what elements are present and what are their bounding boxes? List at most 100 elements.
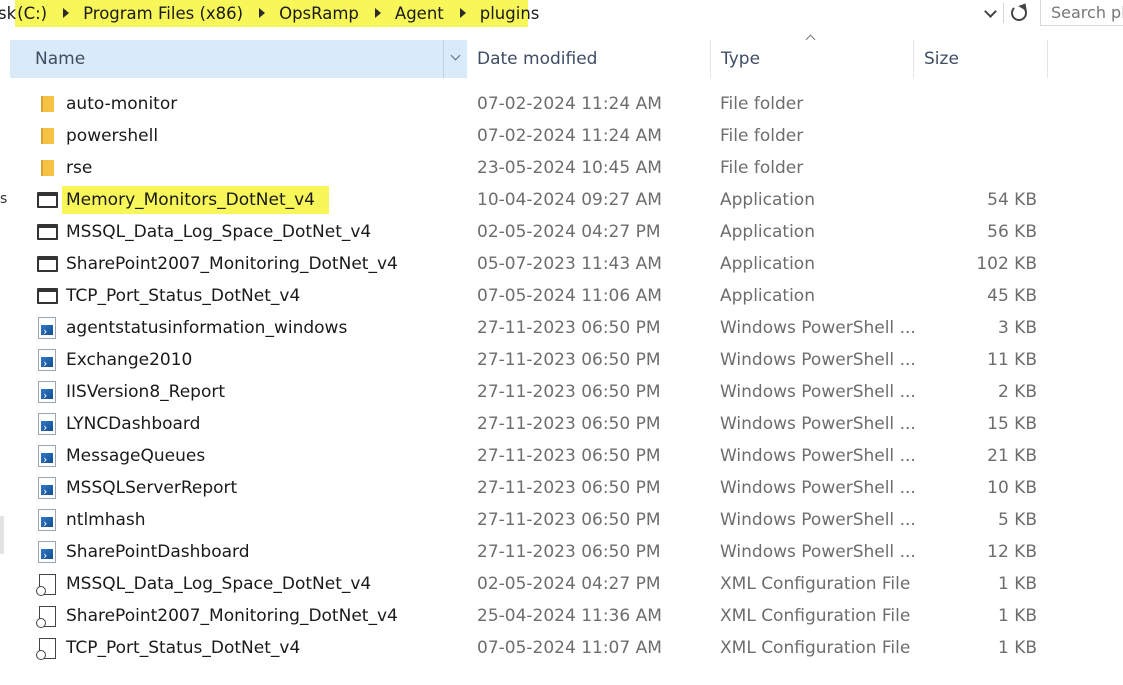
column-header-type-label: Type bbox=[721, 49, 761, 69]
file-name: MSSQLServerReport bbox=[66, 478, 238, 498]
file-name: agentstatusinformation_windows bbox=[66, 318, 348, 338]
file-row[interactable]: TCP_Port_Status_DotNet_v4 07-05-2024 11:0… bbox=[0, 632, 1060, 664]
file-type: Application bbox=[720, 254, 815, 274]
breadcrumb-opsramp[interactable]: OpsRamp bbox=[278, 4, 360, 23]
file-type: Windows PowerShell ... bbox=[720, 350, 916, 370]
file-size: 5 KB bbox=[997, 510, 1037, 530]
file-row[interactable]: SharePoint2007_Monitoring_DotNet_v4 25-04… bbox=[0, 600, 1060, 632]
file-name: SharePointDashboard bbox=[66, 542, 250, 562]
breadcrumb-drive[interactable]: (C:) bbox=[16, 4, 48, 23]
address-history-chevron-down-icon[interactable] bbox=[984, 4, 997, 18]
file-size: 10 KB bbox=[987, 478, 1037, 498]
address-divider bbox=[1003, 3, 1004, 23]
column-header-size[interactable]: Size bbox=[913, 40, 1048, 78]
file-icon-cell bbox=[36, 440, 58, 472]
powershell-script-icon bbox=[38, 381, 56, 403]
breadcrumb-chevron-icon[interactable] bbox=[63, 8, 70, 18]
column-header-date-label: Date modified bbox=[477, 49, 598, 69]
file-icon-cell bbox=[36, 88, 58, 120]
file-date-modified: 07-05-2024 11:07 AM bbox=[477, 638, 662, 658]
file-row[interactable]: LYNCDashboard 27-11-2023 06:50 PM Windows … bbox=[0, 408, 1060, 440]
file-row[interactable]: agentstatusinformation_windows 27-11-2023… bbox=[0, 312, 1060, 344]
column-header-type[interactable]: Type bbox=[710, 40, 913, 78]
column-header-name[interactable]: Name bbox=[10, 40, 467, 78]
folder-icon bbox=[40, 128, 54, 144]
file-size: 1 KB bbox=[997, 638, 1037, 658]
breadcrumb-truncated-prefix: sk bbox=[0, 3, 17, 23]
file-date-modified: 27-11-2023 06:50 PM bbox=[477, 318, 661, 338]
file-date-modified: 27-11-2023 06:50 PM bbox=[477, 478, 661, 498]
file-icon-cell bbox=[36, 536, 58, 568]
file-row[interactable]: SharePoint2007_Monitoring_DotNet_v4 05-07… bbox=[0, 248, 1060, 280]
file-size: 15 KB bbox=[987, 414, 1037, 434]
file-size bbox=[940, 120, 1037, 152]
file-date-modified: 23-05-2024 10:45 AM bbox=[477, 158, 662, 178]
application-icon bbox=[36, 256, 58, 272]
file-icon-cell bbox=[36, 312, 58, 344]
file-size: 21 KB bbox=[987, 446, 1037, 466]
breadcrumb-chevron-icon[interactable] bbox=[374, 8, 381, 18]
file-row[interactable]: rse 23-05-2024 10:45 AM File folder bbox=[0, 152, 1060, 184]
file-name: LYNCDashboard bbox=[66, 414, 201, 434]
file-row[interactable]: SharePointDashboard 27-11-2023 06:50 PM Wi… bbox=[0, 536, 1060, 568]
file-row[interactable]: Memory_Monitors_DotNet_v4 10-04-2024 09:2… bbox=[0, 184, 1060, 216]
file-row[interactable]: IISVersion8_Report 27-11-2023 06:50 PM Win… bbox=[0, 376, 1060, 408]
powershell-script-icon bbox=[38, 509, 56, 531]
file-size: 1 KB bbox=[997, 574, 1037, 594]
breadcrumb-program-files[interactable]: Program Files (x86) bbox=[82, 4, 244, 23]
powershell-script-icon bbox=[38, 349, 56, 371]
powershell-script-icon bbox=[38, 445, 56, 467]
powershell-script-icon bbox=[38, 477, 56, 499]
file-icon-cell bbox=[36, 248, 58, 280]
xml-config-icon bbox=[35, 573, 56, 596]
xml-config-icon bbox=[35, 605, 56, 628]
file-date-modified: 27-11-2023 06:50 PM bbox=[477, 446, 661, 466]
file-icon-cell bbox=[36, 472, 58, 504]
file-row[interactable]: TCP_Port_Status_DotNet_v4 07-05-2024 11:0… bbox=[0, 280, 1060, 312]
file-name: ntlmhash bbox=[66, 510, 146, 530]
file-name: SharePoint2007_Monitoring_DotNet_v4 bbox=[66, 606, 398, 626]
search-input[interactable]: Search pl bbox=[1040, 0, 1123, 26]
refresh-icon[interactable] bbox=[1011, 5, 1027, 21]
file-date-modified: 07-02-2024 11:24 AM bbox=[477, 126, 662, 146]
file-size: 102 KB bbox=[976, 254, 1037, 274]
file-size: 45 KB bbox=[987, 286, 1037, 306]
file-name: TCP_Port_Status_DotNet_v4 bbox=[66, 638, 301, 658]
file-name: MSSQL_Data_Log_Space_DotNet_v4 bbox=[66, 574, 372, 594]
file-date-modified: 10-04-2024 09:27 AM bbox=[477, 190, 662, 210]
file-row[interactable]: MSSQL_Data_Log_Space_DotNet_v4 02-05-2024… bbox=[0, 568, 1060, 600]
file-name: MSSQL_Data_Log_Space_DotNet_v4 bbox=[66, 222, 372, 242]
breadcrumb-chevron-icon[interactable] bbox=[259, 8, 266, 18]
file-row[interactable]: MessageQueues 27-11-2023 06:50 PM Windows … bbox=[0, 440, 1060, 472]
breadcrumb-chevron-icon[interactable] bbox=[459, 8, 466, 18]
file-icon-cell bbox=[36, 120, 58, 152]
file-list: auto-monitor 07-02-2024 11:24 AM File fold… bbox=[0, 88, 1123, 664]
file-type: XML Configuration File bbox=[720, 638, 911, 658]
file-icon-cell bbox=[36, 280, 58, 312]
folder-icon bbox=[40, 96, 54, 112]
file-type: Application bbox=[720, 286, 815, 306]
file-row[interactable]: MSSQLServerReport 27-11-2023 06:50 PM Wind… bbox=[0, 472, 1060, 504]
file-row[interactable]: auto-monitor 07-02-2024 11:24 AM File fold… bbox=[0, 88, 1060, 120]
file-name: IISVersion8_Report bbox=[66, 382, 226, 402]
file-name: powershell bbox=[66, 126, 159, 146]
file-row[interactable]: ntlmhash 27-11-2023 06:50 PM Windows Power… bbox=[0, 504, 1060, 536]
file-row[interactable]: MSSQL_Data_Log_Space_DotNet_v4 02-05-2024… bbox=[0, 216, 1060, 248]
column-header-name-label: Name bbox=[35, 49, 86, 69]
address-bar[interactable]: sk (C:) Program Files (x86) OpsRamp Agen… bbox=[0, 0, 1123, 27]
file-type: File folder bbox=[720, 158, 804, 178]
file-type: Windows PowerShell ... bbox=[720, 542, 916, 562]
file-row[interactable]: Exchange2010 27-11-2023 06:50 PM Windows P… bbox=[0, 344, 1060, 376]
file-type: Windows PowerShell ... bbox=[720, 510, 916, 530]
file-type: Application bbox=[720, 222, 815, 242]
file-name: Memory_Monitors_DotNet_v4 bbox=[62, 186, 329, 214]
file-name: Exchange2010 bbox=[66, 350, 193, 370]
breadcrumb-plugins[interactable]: plugins bbox=[479, 4, 541, 23]
file-row[interactable]: powershell 07-02-2024 11:24 AM File folder bbox=[0, 120, 1060, 152]
breadcrumb-agent[interactable]: Agent bbox=[394, 4, 445, 23]
column-header-date-modified[interactable]: Date modified bbox=[468, 40, 710, 78]
column-filter-chevron-down-icon[interactable] bbox=[443, 40, 467, 78]
column-header-size-label: Size bbox=[924, 49, 959, 69]
file-date-modified: 27-11-2023 06:50 PM bbox=[477, 414, 661, 434]
file-type: Windows PowerShell ... bbox=[720, 382, 916, 402]
